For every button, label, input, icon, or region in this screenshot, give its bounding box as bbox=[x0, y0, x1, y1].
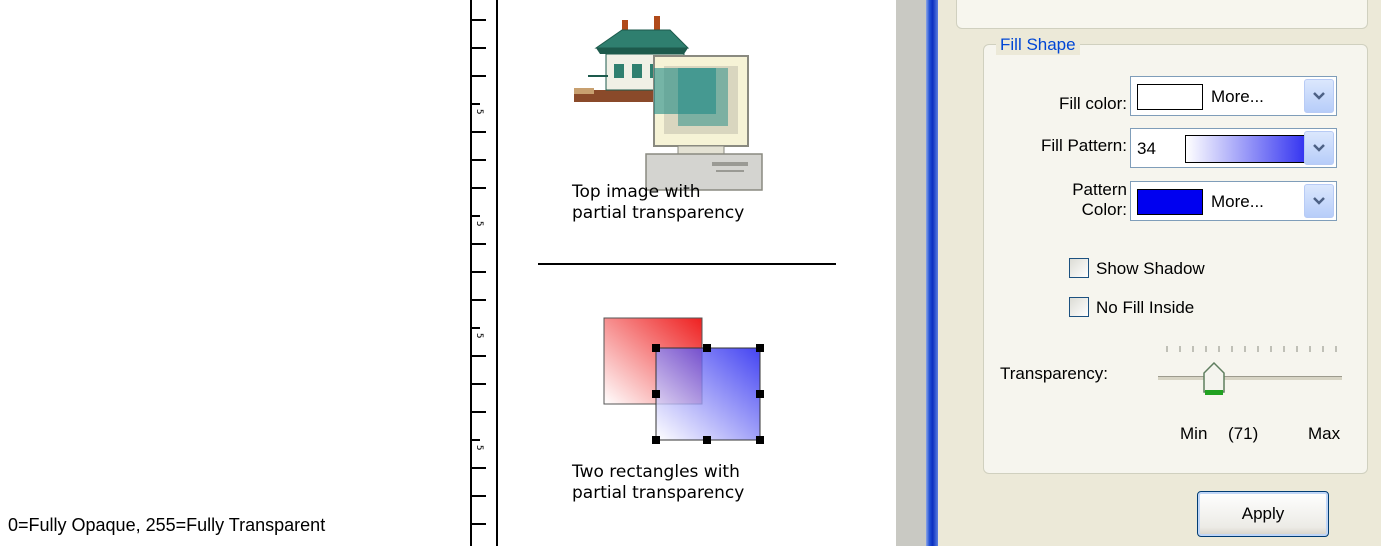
no-fill-inside-label[interactable]: No Fill Inside bbox=[1096, 298, 1194, 318]
pattern-color-label-line1: Pattern bbox=[1072, 180, 1127, 199]
pattern-color-value: More... bbox=[1211, 192, 1264, 211]
slider-max-label: Max bbox=[1308, 424, 1341, 443]
caption-rectangles-line1: Two rectangles with bbox=[572, 462, 740, 482]
chevron-down-icon[interactable] bbox=[1304, 184, 1334, 218]
pattern-color-swatch bbox=[1137, 189, 1203, 215]
house-computer-image[interactable] bbox=[566, 12, 796, 192]
fill-shape-properties-panel: Fill Shape Fill color: More... Fill Patt… bbox=[938, 0, 1381, 546]
svg-text:5: 5 bbox=[474, 445, 484, 450]
splitter-bar[interactable] bbox=[926, 0, 938, 546]
svg-text:5: 5 bbox=[474, 109, 484, 114]
svg-text:5: 5 bbox=[474, 221, 484, 226]
fill-color-value: More... bbox=[1211, 87, 1264, 106]
fill-pattern-dropdown[interactable]: 34 bbox=[1130, 128, 1337, 168]
vertical-ruler: 5 5 5 5 bbox=[470, 0, 498, 546]
apply-button[interactable]: Apply bbox=[1197, 491, 1329, 537]
caption-top-image-line2: partial transparency bbox=[572, 203, 745, 223]
transparency-slider-thumb[interactable] bbox=[1203, 362, 1225, 396]
fill-shape-group-title: Fill Shape bbox=[996, 35, 1080, 55]
show-shadow-label[interactable]: Show Shadow bbox=[1096, 259, 1205, 279]
pattern-color-dropdown[interactable]: More... bbox=[1130, 181, 1337, 221]
transparency-range-caption: 0=Fully Opaque, 255=Fully Transparent bbox=[8, 515, 326, 535]
caption-top-image-line1: Top image with bbox=[572, 182, 701, 202]
transparency-slider-track[interactable] bbox=[1158, 376, 1342, 380]
chevron-down-icon[interactable] bbox=[1304, 79, 1334, 113]
chevron-down-icon[interactable] bbox=[1304, 131, 1334, 165]
svg-text:5: 5 bbox=[474, 333, 484, 338]
fill-pattern-number: 34 bbox=[1137, 139, 1156, 158]
workspace-gutter bbox=[896, 0, 926, 546]
transparency-label: Transparency: bbox=[1000, 364, 1109, 383]
fill-color-label: Fill color: bbox=[1058, 94, 1127, 113]
show-shadow-checkbox[interactable] bbox=[1069, 258, 1089, 278]
upper-group-box bbox=[956, 0, 1368, 29]
slider-min-label: Min bbox=[1180, 424, 1208, 443]
drawing-canvas[interactable]: Top image with partial transparency Two … bbox=[498, 0, 896, 546]
slider-value-label: (71) bbox=[1228, 424, 1259, 443]
fill-color-swatch bbox=[1137, 84, 1203, 110]
fill-pattern-label: Fill Pattern: bbox=[1041, 136, 1127, 155]
caption-rectangles-line2: partial transparency bbox=[572, 483, 745, 503]
fill-pattern-preview bbox=[1185, 135, 1309, 163]
two-rectangles-shape[interactable] bbox=[602, 310, 772, 450]
slider-ticks bbox=[1166, 346, 1337, 352]
divider-line bbox=[538, 263, 836, 265]
pattern-color-label-line2: Color: bbox=[1081, 200, 1127, 219]
fill-color-dropdown[interactable]: More... bbox=[1130, 76, 1337, 116]
no-fill-inside-checkbox[interactable] bbox=[1069, 297, 1089, 317]
